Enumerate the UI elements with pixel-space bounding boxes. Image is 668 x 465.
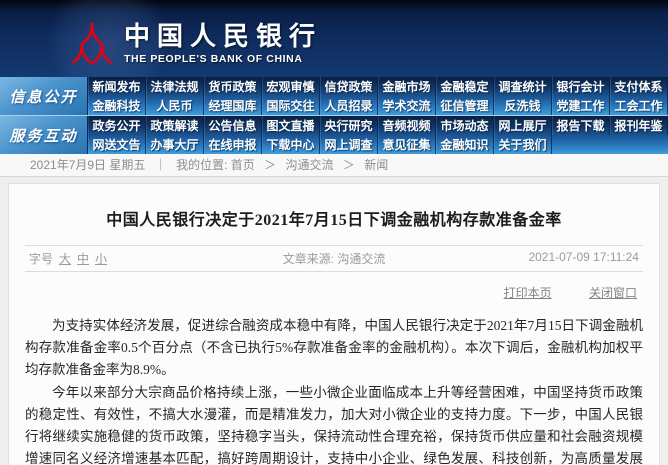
breadcrumb-home-link[interactable]: 首页: [231, 158, 255, 172]
nav-section-service-interaction[interactable]: 服务互动: [0, 116, 88, 154]
nav-item[interactable]: 人员招录: [320, 96, 378, 115]
article-timestamp: 2021-07-09 17:11:24: [460, 250, 639, 267]
nav-item[interactable]: 调查统计: [494, 77, 552, 96]
breadcrumb-section-link[interactable]: 沟通交流: [286, 158, 334, 172]
nav-item[interactable]: 银行会计: [552, 77, 610, 96]
nav-section-info-disclosure[interactable]: 信息公开: [0, 77, 88, 115]
nav-item[interactable]: 市场动态: [436, 116, 494, 135]
breadcrumb-current: 新闻: [364, 158, 388, 172]
bank-name-en: THE PEOPLE'S BANK OF CHINA: [124, 53, 322, 65]
nav-item[interactable]: 党建工作: [552, 96, 610, 115]
nav-item[interactable]: 报刊年鉴: [610, 116, 668, 135]
nav-item[interactable]: 政务公开: [88, 116, 146, 135]
breadcrumb-divider: ｜: [155, 158, 167, 172]
nav-item[interactable]: 征信管理: [436, 96, 494, 115]
font-size-option[interactable]: 大: [59, 252, 71, 266]
nav-item[interactable]: 信贷政策: [320, 77, 378, 96]
nav-item[interactable]: 音频视频: [378, 116, 436, 135]
nav-item[interactable]: 办事大厅: [146, 135, 204, 154]
nav-item[interactable]: 网上展厅: [494, 116, 552, 135]
article-actions-top: 打印本页 关闭窗口: [15, 284, 653, 301]
nav-item[interactable]: 网上调查: [320, 135, 378, 154]
nav-item[interactable]: 法律法规: [146, 77, 204, 96]
site-header: 人 人 人 中国人民银行 THE PEOPLE'S BANK OF CHINA: [0, 0, 668, 77]
nav-item[interactable]: 人民币: [146, 96, 204, 115]
logo-block: 人 人 人 中国人民银行 THE PEOPLE'S BANK OF CHINA: [72, 22, 322, 66]
nav-item[interactable]: 货币政策: [204, 77, 262, 96]
nav-item[interactable]: 工会工作: [610, 96, 668, 115]
nav-item[interactable]: 网送文告: [88, 135, 146, 154]
article-paragraph: 今年以来部分大宗商品价格持续上涨，一些小微企业面临成本上升等经营困难，中国坚持货…: [25, 382, 643, 465]
main-nav: 信息公开 新闻发布法律法规货币政策宏观审慎信贷政策金融市场金融稳定调查统计银行会…: [0, 77, 668, 154]
nav-item[interactable]: 宏观审慎: [262, 77, 320, 96]
breadcrumb-location-label: 我的位置:: [176, 158, 227, 172]
breadcrumb-date: 2021年7月9日 星期五: [30, 158, 145, 172]
bank-name-cn: 中国人民银行: [124, 24, 322, 50]
font-size-links: 大中小: [53, 252, 107, 266]
article-body: 为支持实体经济发展，促进综合融资成本稳中有降，中国人民银行决定于2021年7月1…: [15, 315, 653, 465]
font-size-option[interactable]: 小: [95, 252, 107, 266]
article-title: 中国人民银行决定于2021年7月15日下调金融机构存款准备金率: [15, 206, 653, 230]
nav-item[interactable]: 金融稳定: [436, 77, 494, 96]
pboc-emblem-icon: 人 人 人: [72, 22, 112, 66]
nav-item[interactable]: 报告下载: [552, 116, 610, 135]
font-size-option[interactable]: 中: [77, 252, 89, 266]
article-source: 文章来源: 沟通交流: [208, 250, 459, 267]
pboc-page: 人 人 人 中国人民银行 THE PEOPLE'S BANK OF CHINA …: [0, 0, 668, 465]
print-page-link[interactable]: 打印本页: [504, 286, 552, 300]
nav-item[interactable]: 支付体系: [610, 77, 668, 96]
nav-item[interactable]: 学术交流: [378, 96, 436, 115]
nav-item[interactable]: 新闻发布: [88, 77, 146, 96]
nav-item[interactable]: 央行研究: [320, 116, 378, 135]
svg-text:人: 人: [91, 43, 112, 66]
breadcrumb-arrow: ＞: [264, 158, 276, 172]
nav-item[interactable]: 关于我们: [494, 135, 552, 154]
nav-item[interactable]: 图文直播: [262, 116, 320, 135]
nav-item[interactable]: 国际交往: [262, 96, 320, 115]
nav-band-service-interaction: 服务互动 政务公开政策解读公告信息图文直播央行研究音频视频市场动态网上展厅报告下…: [0, 116, 668, 154]
breadcrumb-arrow: ＞: [343, 158, 355, 172]
nav-item[interactable]: 政策解读: [146, 116, 204, 135]
nav-item[interactable]: 经理国库: [204, 96, 262, 115]
article-panel: 中国人民银行决定于2021年7月15日下调金融机构存款准备金率 字号大中小 文章…: [8, 183, 660, 465]
nav-item[interactable]: 意见征集: [378, 135, 436, 154]
nav-item[interactable]: 公告信息: [204, 116, 262, 135]
breadcrumb: 2021年7月9日 星期五 ｜ 我的位置: 首页 ＞ 沟通交流 ＞ 新闻: [0, 154, 668, 177]
nav-item[interactable]: 反洗钱: [494, 96, 552, 115]
nav-item[interactable]: 下载中心: [262, 135, 320, 154]
font-size-label: 字号: [29, 252, 53, 266]
nav-item[interactable]: 金融科技: [88, 96, 146, 115]
svg-text:人: 人: [72, 43, 93, 66]
nav-band-info-disclosure: 信息公开 新闻发布法律法规货币政策宏观审慎信贷政策金融市场金融稳定调查统计银行会…: [0, 77, 668, 115]
nav-item[interactable]: 金融知识: [436, 135, 494, 154]
article-meta-row: 字号大中小 文章来源: 沟通交流 2021-07-09 17:11:24: [25, 245, 643, 272]
article-paragraph: 为支持实体经济发展，促进综合融资成本稳中有降，中国人民银行决定于2021年7月1…: [25, 315, 643, 381]
nav-item[interactable]: 金融市场: [378, 77, 436, 96]
close-window-link[interactable]: 关闭窗口: [589, 286, 637, 300]
nav-item[interactable]: 在线申报: [204, 135, 262, 154]
